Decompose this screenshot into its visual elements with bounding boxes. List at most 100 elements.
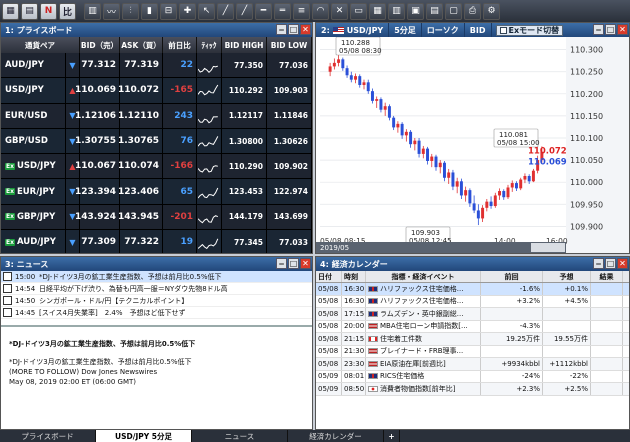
ask-price[interactable]: 110.074 — [118, 154, 163, 179]
price-row[interactable]: Ex EUR/JPY ▼ 123.394 123.406 65 123.453 122.974 — [1, 179, 312, 205]
add-tab-button[interactable]: + — [384, 430, 400, 442]
calendar-row[interactable]: 05/09 08:01 RICS住宅価格 -24% -22% — [316, 370, 629, 383]
price-row[interactable]: USD/JPY ▲ 110.069 110.072 -165 110.292 109.903 — [1, 78, 312, 104]
chart-side[interactable]: BID — [465, 23, 492, 37]
chart-symbol-selector[interactable]: 2: USD/JPY — [316, 23, 390, 37]
news-item[interactable]: 14:54 日経平均が下げ渋り、為替も円高一服＝NYダウ先物8ドル高 — [1, 283, 312, 295]
gann-icon[interactable]: ✕ — [331, 2, 348, 20]
trendline-icon[interactable]: ╱ — [217, 2, 234, 20]
new-icon[interactable]: N — [40, 2, 57, 20]
news-item[interactable]: 14:50 シンガポール・ドル/円【テクニカルポイント】 — [1, 295, 312, 307]
ask-price[interactable]: 123.406 — [118, 179, 163, 204]
ray-icon[interactable]: ╱ — [236, 2, 253, 20]
chart-navigator[interactable] — [316, 242, 566, 253]
rate-icon[interactable]: ▦ — [2, 2, 19, 20]
tile-icon[interactable]: ▤ — [426, 2, 443, 20]
hline-icon[interactable]: ━ — [255, 2, 272, 20]
header-bid[interactable]: BID（売） — [80, 37, 120, 53]
calendar-row[interactable]: 05/08 21:15 住宅着工件数 19.25万件 19.55万件 — [316, 333, 629, 346]
screen-icon[interactable]: ▢ — [445, 2, 462, 20]
price-row[interactable]: AUD/JPY ▼ 77.312 77.319 22 77.350 77.036 — [1, 53, 312, 79]
layout-icon[interactable]: ▥ — [388, 2, 405, 20]
header-change[interactable]: 前日比 — [163, 37, 197, 53]
pointer-icon[interactable]: ↖ — [198, 2, 215, 20]
calendar-row[interactable]: 05/08 16:30 ハリファックス住宅価格... -1.6% +0.1% — [316, 283, 629, 296]
ask-price[interactable]: 143.945 — [118, 204, 163, 230]
tab-calendar[interactable]: 経済カレンダー — [288, 430, 384, 442]
close-icon[interactable]: ✕ — [300, 24, 311, 35]
line-chart-icon[interactable]: 〰 — [103, 2, 120, 20]
bid-price[interactable]: 1.12106 — [75, 103, 120, 128]
minimize-icon[interactable]: ‒ — [276, 258, 287, 269]
tab-price-board[interactable]: プライスボード — [0, 430, 96, 442]
grid-icon[interactable]: ▦ — [369, 2, 386, 20]
arc-icon[interactable]: ◠ — [312, 2, 329, 20]
maximize-icon[interactable]: □ — [288, 24, 299, 35]
news-item[interactable]: 14:45 [スイス4月失業率] 2.4% 予想ほど低下せず — [1, 307, 312, 319]
close-icon[interactable]: ✕ — [617, 258, 628, 269]
bid-price[interactable]: 77.312 — [80, 53, 120, 78]
minimize-icon[interactable]: ‒ — [593, 24, 604, 35]
bid-price[interactable]: 110.067 — [75, 154, 120, 179]
calendar-row[interactable]: 05/08 23:30 EIA原油在庫[前週比] +9934kbbl +1112kbbl — [316, 358, 629, 371]
bid-price[interactable]: 123.394 — [75, 179, 120, 204]
maximize-icon[interactable]: □ — [605, 258, 616, 269]
header-event[interactable]: 指標・経済イベント — [366, 271, 481, 282]
price-row[interactable]: Ex GBP/JPY ▼ 143.924 143.945 -201 144.179 143.6… — [1, 204, 312, 231]
channel-icon[interactable]: ═ — [274, 2, 291, 20]
navigator-handle[interactable] — [531, 243, 565, 252]
calendar-row[interactable]: 05/08 16:30 ハリファックス住宅価格... +3.2% +4.5% — [316, 295, 629, 308]
compare-icon[interactable]: 比 — [59, 2, 76, 20]
header-date[interactable]: 日付 — [316, 271, 342, 282]
chart-style[interactable]: ローソク — [422, 23, 465, 37]
bid-price[interactable]: 1.30755 — [75, 128, 120, 154]
maximize-icon[interactable]: □ — [288, 258, 299, 269]
price-row[interactable]: GBP/USD ▼ 1.30755 1.30765 76 1.30800 1.30626 — [1, 128, 312, 155]
price-row[interactable]: Ex USD/JPY ▲ 110.067 110.074 -166 110.290 109.9… — [1, 154, 312, 180]
candle-chart-icon[interactable]: ▮ — [141, 2, 158, 20]
ask-price[interactable]: 110.072 — [118, 78, 163, 103]
price-row[interactable]: Ex AUD/JPY ▼ 77.309 77.322 19 77.345 77.033 — [1, 230, 312, 253]
chart-timeframe[interactable]: 5分足 — [389, 23, 422, 37]
candlestick-chart[interactable]: 110.300110.250110.200110.150110.100110.0… — [316, 37, 629, 253]
tab-chart[interactable]: USD/JPY 5分足 — [96, 430, 192, 442]
header-result[interactable]: 結果 — [591, 271, 623, 282]
order-icon[interactable]: ▤ — [21, 2, 38, 20]
header-ask[interactable]: ASK（買） — [120, 37, 163, 53]
calendar-row[interactable]: 05/08 21:30 ブレイナード・FRB理事... — [316, 345, 629, 358]
text-tool-icon[interactable]: ▭ — [350, 2, 367, 20]
close-icon[interactable]: ✕ — [300, 258, 311, 269]
ask-price[interactable]: 1.12110 — [118, 103, 163, 128]
bid-price[interactable]: 110.069 — [75, 78, 120, 103]
header-forecast[interactable]: 予想 — [543, 271, 591, 282]
bid-price[interactable]: 143.924 — [75, 204, 120, 230]
header-tick[interactable]: ﾃｨｯｸ — [197, 37, 222, 53]
calendar-row[interactable]: 05/09 08:50 消費者物価指数[前年比] +2.3% +2.5% — [316, 383, 629, 396]
zoom-icon[interactable]: ⊟ — [160, 2, 177, 20]
bid-price[interactable]: 77.309 — [80, 230, 120, 253]
close-icon[interactable]: ✕ — [617, 24, 628, 35]
print-icon[interactable]: ⎙ — [464, 2, 481, 20]
fibo-icon[interactable]: ≡ — [293, 2, 310, 20]
crosshair-icon[interactable]: ✚ — [179, 2, 196, 20]
maximize-icon[interactable]: □ — [605, 24, 616, 35]
price-row[interactable]: EUR/USD ▼ 1.12106 1.12110 243 1.12117 1.11846 — [1, 103, 312, 129]
news-item[interactable]: 15:00 *DJ-ドイツ3月の鉱工業生産指数、予想は前月比0.5%低下 — [1, 271, 312, 283]
minimize-icon[interactable]: ‒ — [276, 24, 287, 35]
ask-price[interactable]: 77.322 — [120, 230, 163, 253]
settings-icon[interactable]: ⚙ — [483, 2, 500, 20]
ex-mode-toggle[interactable]: Exモード切替 — [495, 24, 564, 36]
ask-price[interactable]: 77.319 — [120, 53, 163, 78]
minimize-icon[interactable]: ‒ — [593, 258, 604, 269]
window-icon[interactable]: ▣ — [407, 2, 424, 20]
header-time[interactable]: 時刻 — [342, 271, 366, 282]
header-pair[interactable]: 通貨ペア — [1, 37, 80, 53]
header-previous[interactable]: 前回 — [481, 271, 543, 282]
ask-price[interactable]: 1.30765 — [118, 128, 163, 154]
header-bid-low[interactable]: BID LOW — [267, 37, 312, 53]
header-bid-high[interactable]: BID HIGH — [222, 37, 267, 53]
calendar-row[interactable]: 05/08 17:15 ラムズデン・英中銀副総... — [316, 308, 629, 321]
chart-type-icon[interactable]: ▥ — [84, 2, 101, 20]
calendar-row[interactable]: 05/08 20:00 MBA住宅ローン申請指数[... -4.3% — [316, 320, 629, 333]
bar-chart-icon[interactable]: ⫶ — [122, 2, 139, 20]
